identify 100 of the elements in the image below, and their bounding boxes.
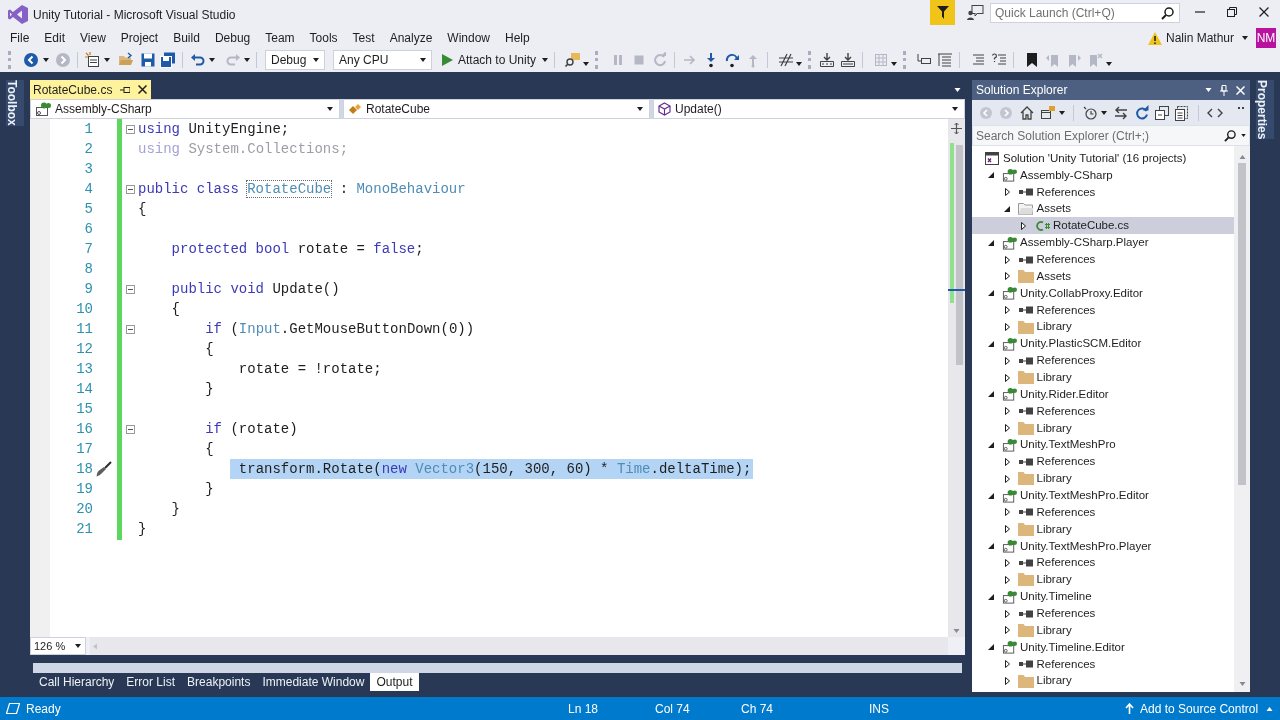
tree-arrow-icon[interactable] — [987, 340, 994, 347]
caret-icon[interactable] — [796, 62, 803, 66]
document-tab[interactable]: RotateCube.cs — [30, 80, 152, 99]
menu-item[interactable]: Team — [259, 29, 301, 47]
tree-arrow-icon[interactable] — [1004, 609, 1010, 618]
lines-question-icon[interactable] — [991, 52, 1008, 68]
caret-icon[interactable] — [1241, 134, 1246, 137]
tree-item[interactable]: Library — [996, 622, 1075, 639]
tree-item[interactable]: References — [996, 402, 1099, 420]
tree-arrow-icon[interactable] — [1004, 660, 1010, 669]
search-icon[interactable] — [1224, 129, 1236, 142]
tree-arrow-icon[interactable] — [987, 543, 994, 550]
caret-icon[interactable] — [1106, 62, 1113, 66]
tree-arrow-icon[interactable] — [1004, 255, 1010, 264]
pin-icon[interactable] — [1220, 84, 1228, 96]
collapse-icon[interactable] — [125, 124, 135, 134]
tree-item[interactable]: Assembly-CSharp — [980, 166, 1116, 184]
horizontal-scrollbar[interactable] — [90, 637, 948, 655]
panel-tab[interactable]: Error List — [120, 673, 182, 691]
overflow-icon[interactable] — [1238, 106, 1244, 109]
tree-item[interactable]: Unity.PlasticSCM.Editor — [980, 335, 1145, 353]
find-icon[interactable] — [565, 52, 582, 68]
menu-item[interactable]: Project — [114, 29, 165, 47]
tree-arrow-icon[interactable] — [1004, 474, 1010, 483]
tree-item[interactable]: Unity.TextMeshPro.Player — [980, 537, 1155, 555]
tree-arrow-icon[interactable] — [987, 492, 994, 499]
properties-tab[interactable]: Properties — [1256, 80, 1274, 140]
menu-item[interactable]: Edit — [38, 29, 72, 47]
caret-icon[interactable] — [104, 58, 110, 62]
open-folder-icon[interactable] — [118, 52, 134, 68]
tree-arrow-icon[interactable] — [1004, 559, 1010, 568]
scroll-up-arrow-icon[interactable] — [1238, 155, 1246, 159]
tree-item[interactable]: References — [996, 301, 1099, 319]
tree-arrow-icon[interactable] — [1004, 626, 1010, 635]
tree-arrow-icon[interactable] — [1004, 575, 1010, 584]
tree-arrow-icon[interactable] — [1004, 206, 1010, 212]
tree-item[interactable]: References — [996, 554, 1099, 572]
switch-views-icon[interactable] — [1040, 104, 1056, 121]
menu-item[interactable]: File — [4, 29, 36, 47]
tree-item[interactable]: Library — [996, 318, 1075, 336]
caret-icon[interactable] — [1242, 36, 1248, 40]
tree-arrow-icon[interactable] — [987, 290, 994, 297]
configuration-dropdown[interactable]: Debug — [265, 50, 325, 70]
tree-arrow-icon[interactable] — [1004, 407, 1010, 416]
tree-arrow-icon[interactable] — [1004, 323, 1010, 331]
history-icon[interactable] — [1082, 104, 1098, 121]
panel-tab[interactable]: Output — [370, 673, 419, 691]
tree-arrow-icon[interactable] — [1004, 373, 1010, 382]
toolbox-tab[interactable]: Toolbox — [6, 80, 24, 126]
restart-icon[interactable] — [652, 52, 669, 68]
sync-arrows-icon[interactable] — [1113, 104, 1129, 121]
show-all-files-icon[interactable] — [1174, 104, 1190, 121]
tree-arrow-icon[interactable] — [1004, 356, 1010, 365]
toolbar-grip[interactable] — [903, 51, 907, 69]
tree-item[interactable]: Solution 'Unity Tutorial' (16 projects) — [984, 150, 1190, 167]
toolbar-grip[interactable] — [808, 51, 812, 69]
account-avatar[interactable]: NM — [1256, 28, 1276, 48]
tree-arrow-icon[interactable] — [1004, 424, 1010, 433]
caret-icon[interactable] — [542, 58, 549, 62]
collapse-icon[interactable] — [125, 424, 135, 434]
type-dropdown[interactable]: RotateCube — [343, 99, 650, 119]
tree-item[interactable]: RotateCube.cs — [972, 217, 1234, 235]
menu-item[interactable]: Window — [441, 29, 496, 47]
tree-arrow-icon[interactable] — [987, 391, 994, 398]
caret-icon[interactable] — [954, 88, 961, 92]
back-icon[interactable] — [23, 52, 39, 68]
tree-arrow-icon[interactable] — [1004, 188, 1010, 197]
tree-arrow-icon[interactable] — [1004, 677, 1010, 686]
source-control-button[interactable]: Add to Source Control — [1125, 699, 1280, 718]
tree-item[interactable]: Library — [996, 571, 1075, 589]
vertical-scrollbar[interactable] — [1234, 146, 1250, 692]
tree-arrow-icon[interactable] — [1004, 508, 1010, 517]
collapse-icon[interactable] — [125, 184, 135, 194]
caret-icon[interactable] — [43, 58, 49, 62]
tree-item[interactable]: References — [996, 183, 1099, 201]
save-all-icon[interactable] — [160, 52, 176, 68]
tree-arrow-icon[interactable] — [1004, 306, 1010, 315]
feedback-icon[interactable] — [967, 5, 984, 20]
caret-icon[interactable] — [1101, 110, 1107, 115]
panel-tab[interactable]: Immediate Window — [256, 673, 371, 691]
scrollbar-thumb[interactable] — [1238, 163, 1246, 485]
tree-arrow-icon[interactable] — [987, 172, 994, 179]
start-button[interactable]: Attach to Unity — [442, 50, 537, 70]
tree-arrow-icon[interactable] — [987, 644, 994, 651]
tree-item[interactable]: References — [996, 605, 1099, 623]
tree-item[interactable]: Library — [996, 470, 1075, 488]
tree-arrow-icon[interactable] — [1004, 525, 1010, 534]
collapse-icon[interactable] — [125, 284, 135, 294]
tree-item[interactable]: Unity.Timeline — [980, 588, 1095, 606]
account-name[interactable]: Nalin Mathur — [1165, 29, 1234, 47]
undo-icon[interactable] — [190, 52, 206, 68]
menu-item[interactable]: Analyze — [383, 29, 439, 47]
quick-launch-field[interactable]: Quick Launch (Ctrl+Q) — [990, 3, 1180, 23]
project-dropdown[interactable]: Assembly-CSharp — [30, 99, 340, 119]
member-dropdown[interactable]: Update() — [653, 99, 965, 119]
close-icon[interactable] — [138, 85, 148, 94]
caret-icon[interactable] — [1059, 110, 1065, 115]
tree-item[interactable]: Unity.Rider.Editor — [980, 386, 1112, 403]
tree-item[interactable]: Library — [996, 520, 1075, 538]
tree-item[interactable]: Library — [996, 369, 1075, 387]
